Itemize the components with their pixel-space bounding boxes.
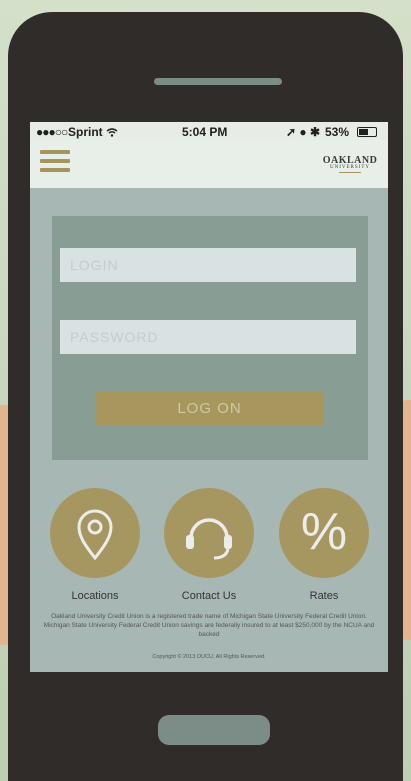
carrier-name: Sprint — [68, 125, 118, 139]
rates-label[interactable]: Rates — [269, 590, 379, 602]
phone-screen: ●●●○○ Sprint 5:04 PM ➚ ● ✱ 53% OAKLAND U… — [30, 122, 388, 672]
disclaimer-text: Oakland University Credit Union is a reg… — [43, 613, 375, 638]
battery-icon — [357, 127, 377, 137]
locations-button[interactable] — [50, 488, 140, 578]
hamburger-menu-icon[interactable] — [40, 150, 70, 176]
battery-percentage: 53% — [325, 125, 350, 139]
home-button[interactable] — [158, 715, 270, 745]
login-panel: LOG ON — [52, 216, 368, 460]
rates-button[interactable]: % — [279, 488, 369, 578]
headset-icon — [186, 518, 232, 560]
login-input[interactable] — [60, 248, 356, 282]
contact-us-label[interactable]: Contact Us — [154, 590, 264, 602]
app-header: OAKLAND UNIVERSITY — [30, 140, 388, 188]
log-on-button[interactable]: LOG ON — [95, 391, 324, 426]
location-pin-icon — [77, 509, 113, 561]
password-input[interactable] — [60, 320, 356, 354]
status-icons: ➚ ● ✱ — [286, 125, 321, 139]
main-content: LOG ON % Locations Contact Us Rates Oakl… — [30, 188, 388, 672]
phone-speaker — [154, 78, 282, 85]
oakland-university-logo: OAKLAND UNIVERSITY — [318, 155, 382, 173]
copyright-text: Copyright © 2013 OUCU. All Rights Reserv… — [152, 654, 266, 660]
status-bar: ●●●○○ Sprint 5:04 PM ➚ ● ✱ 53% — [30, 122, 388, 140]
percent-icon: % — [300, 503, 348, 561]
signal-strength-icon: ●●●○○ — [36, 125, 68, 139]
locations-label[interactable]: Locations — [40, 590, 150, 602]
status-time: 5:04 PM — [182, 125, 228, 139]
wifi-icon — [106, 128, 118, 137]
contact-us-button[interactable] — [164, 488, 254, 578]
